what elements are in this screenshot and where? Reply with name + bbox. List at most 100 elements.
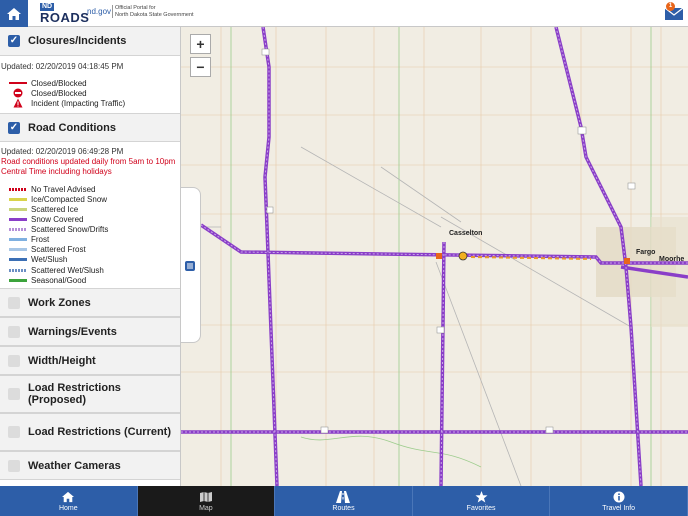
tab-map[interactable]: Map [137, 486, 276, 516]
portal-text: Official Portal for North Dakota State G… [112, 5, 194, 18]
tab-label: Favorites [466, 505, 496, 512]
layer-title: Warnings/Events [28, 325, 117, 338]
checkbox-unchecked-icon[interactable] [8, 325, 20, 338]
legend-item: Closed/Blocked [0, 78, 180, 88]
checkbox-checked-icon[interactable]: ✓ [8, 35, 20, 47]
checkbox-unchecked-icon[interactable] [8, 459, 20, 472]
condition-swatch-icon [9, 265, 27, 275]
legend-item: Closed/Blocked [0, 88, 180, 98]
layer-title: Closures/Incidents [28, 35, 127, 47]
condition-swatch-icon [9, 184, 27, 194]
legend-item: Seasonal/Good [0, 275, 180, 285]
legend-item: No Travel Advised [0, 184, 180, 194]
layers-icon [185, 261, 195, 271]
legend-label: Frost [31, 235, 50, 245]
layer-closures-incidents[interactable]: ✓ Closures/Incidents [0, 27, 180, 56]
legend-label: Scattered Snow/Drifts [31, 225, 109, 235]
layer-title: Load Restrictions (Proposed) [28, 382, 121, 407]
layer-title: Road Conditions [28, 121, 116, 134]
tab-home[interactable]: Home [0, 486, 138, 516]
ndgov-link[interactable]: nd.gov [87, 7, 111, 16]
checkbox-unchecked-icon[interactable] [8, 296, 20, 309]
updated-timestamp: Updated: 02/20/2019 04:18:45 PM [1, 62, 124, 71]
condition-swatch-icon [9, 235, 27, 245]
info-icon [613, 490, 625, 504]
legend-label: Ice/Compacted Snow [31, 194, 108, 204]
legend-item: Wet/Slush [0, 255, 180, 265]
legend-item: Scattered Ice [0, 204, 180, 214]
layer-weather-cameras[interactable]: Weather Cameras [0, 451, 180, 481]
tab-favorites[interactable]: Favorites [413, 486, 551, 516]
legend-label: Scattered Wet/Slush [31, 265, 104, 275]
home-button[interactable] [0, 0, 28, 27]
warning-triangle-icon [9, 98, 27, 108]
checkbox-unchecked-icon[interactable] [8, 426, 20, 439]
red-line-icon [9, 78, 27, 88]
tab-label: Home [58, 505, 78, 512]
layer-title: Width/Height [28, 354, 96, 367]
top-bar: ND ROADS nd.gov Official Portal for Nort… [0, 0, 688, 27]
layer-title: Load Restrictions (Current) [28, 426, 172, 439]
condition-swatch-icon [9, 255, 27, 265]
layer-title: Weather Cameras [28, 459, 121, 472]
condition-swatch-icon [9, 205, 27, 215]
star-icon [475, 490, 488, 504]
portal-line-2: North Dakota State Government [115, 11, 194, 18]
layer-load-restrictions-proposed[interactable]: Load Restrictions (Proposed) [0, 375, 180, 414]
layer-width-height[interactable]: Width/Height [0, 346, 180, 376]
legend-item: Snow Covered [0, 215, 180, 225]
layer-load-restrictions-current[interactable]: Load Restrictions (Current) [0, 413, 180, 452]
layer-list: Work Zones Warnings/Events Width/Height Loa… [0, 288, 180, 481]
zoom-in-button[interactable]: + [190, 34, 211, 54]
legend-item: Scattered Frost [0, 245, 180, 255]
home-icon [7, 7, 21, 20]
tab-label: Routes [332, 505, 355, 512]
panel-toggle-handle[interactable] [181, 187, 201, 343]
road-conditions-legend: Updated: 02/20/2019 06:49:28 PM Road con… [0, 142, 180, 288]
condition-swatch-icon [9, 245, 27, 255]
update-schedule-note: Road conditions updated daily from 5am t… [1, 157, 176, 177]
legend-label: Closed/Blocked [31, 78, 87, 88]
no-entry-icon [9, 88, 27, 98]
legend-label: Scattered Frost [31, 245, 86, 255]
legend-label: Incident (Impacting Traffic) [31, 98, 126, 108]
legend-label: Closed/Blocked [31, 88, 87, 98]
logo-nd: ND [40, 3, 55, 11]
tab-label: Travel Info [602, 505, 636, 512]
condition-legend-list: No Travel Advised Ice/Compacted Snow Scatt… [0, 184, 180, 285]
city-label-moorhead: Moorhe [659, 256, 685, 263]
notifications-button[interactable]: 1 [660, 0, 688, 27]
layer-road-conditions[interactable]: ✓ Road Conditions [0, 113, 180, 143]
checkbox-unchecked-icon[interactable] [8, 354, 20, 367]
tab-routes[interactable]: Routes [275, 486, 413, 516]
home-icon [61, 490, 75, 504]
condition-swatch-icon [9, 215, 27, 225]
condition-swatch-icon [9, 194, 27, 204]
legend-label: Wet/Slush [31, 255, 68, 265]
legend-label: No Travel Advised [31, 184, 96, 194]
checkbox-checked-icon[interactable]: ✓ [8, 121, 20, 134]
layer-warnings-events[interactable]: Warnings/Events [0, 317, 180, 347]
ndroads-logo[interactable]: ND ROADS [40, 3, 89, 25]
condition-swatch-icon [9, 275, 27, 285]
zoom-out-button[interactable]: − [190, 57, 211, 77]
closures-legend: Updated: 02/20/2019 04:18:45 PM Closed/B… [0, 56, 180, 113]
map-view[interactable]: Casselton Fargo Moorhe + − [181, 27, 688, 486]
logo-roads: ROADS [40, 10, 90, 25]
bottom-tab-bar: Home Map Routes Favorites Travel Info [0, 486, 688, 516]
updated-timestamp: Updated: 02/20/2019 06:49:28 PM [1, 147, 124, 157]
map-icon [199, 490, 213, 504]
city-label-fargo: Fargo [636, 249, 656, 256]
road-icon [336, 490, 351, 504]
notification-badge: 1 [666, 2, 675, 11]
tab-travel-info[interactable]: Travel Info [550, 486, 688, 516]
map-canvas[interactable] [181, 27, 688, 486]
legend-item: Ice/Compacted Snow [0, 194, 180, 204]
legend-item: Frost [0, 235, 180, 245]
layer-work-zones[interactable]: Work Zones [0, 288, 180, 318]
checkbox-unchecked-icon[interactable] [8, 388, 20, 401]
city-label-casselton: Casselton [449, 230, 483, 237]
tab-label: Map [199, 505, 213, 512]
legend-label: Seasonal/Good [31, 275, 87, 285]
legend-item: Incident (Impacting Traffic) [0, 98, 180, 108]
